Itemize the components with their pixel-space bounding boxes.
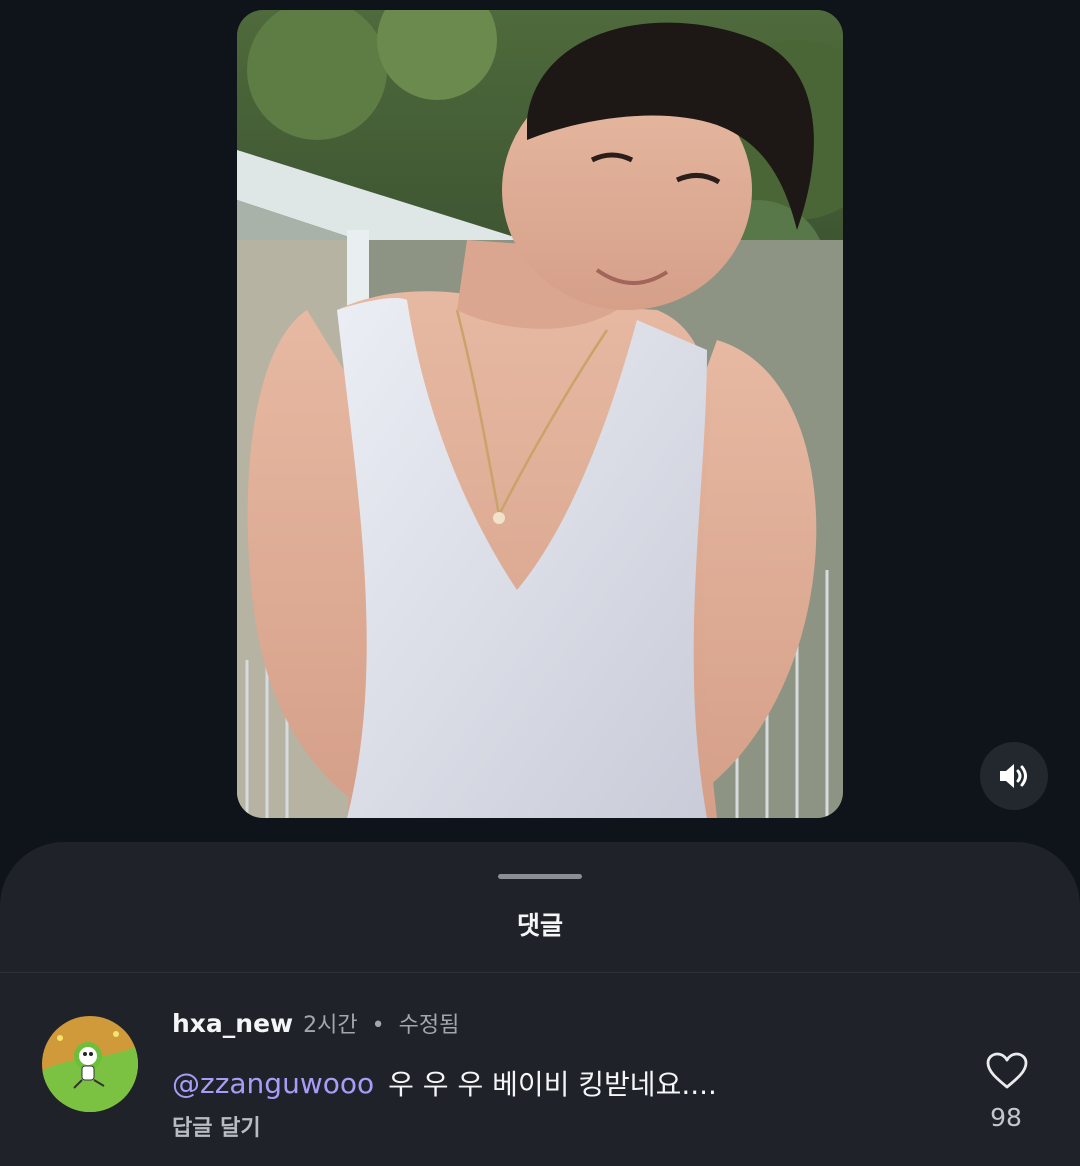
comment-username[interactable]: hxa_new (172, 1009, 293, 1038)
edited-label: 수정됨 (398, 1013, 460, 1038)
comment-meta: hxa_new 2시간 • 수정됨 (172, 1007, 459, 1039)
comments-sheet: 댓글 hxa_new 2시간 • 수정됨 @zzanguwooo 우 우 우 베… (0, 842, 1080, 1166)
comment-body: @zzanguwooo 우 우 우 베이비 킹받네요.... (172, 1063, 717, 1103)
sheet-drag-handle[interactable] (498, 874, 582, 879)
like-count: 98 (990, 1103, 1022, 1132)
sheet-title: 댓글 (516, 911, 563, 940)
user-avatar[interactable] (42, 1016, 138, 1112)
meta-separator: • (371, 1013, 385, 1038)
like-button[interactable] (983, 1047, 1031, 1095)
comment-text: 우 우 우 베이비 킹받네요.... (388, 1068, 717, 1101)
speaker-volume-icon (1000, 764, 1027, 788)
comment-item: hxa_new 2시간 • 수정됨 @zzanguwooo 우 우 우 베이비 … (0, 973, 1080, 1166)
screen: 댓글 hxa_new 2시간 • 수정됨 @zzanguwooo 우 우 우 베… (0, 0, 1080, 1166)
cartoon-avatar-icon (42, 1016, 138, 1112)
comment-timestamp: 2시간 (303, 1013, 358, 1038)
comment-mention[interactable]: @zzanguwooo (172, 1067, 374, 1100)
video-player[interactable] (237, 10, 843, 818)
video-frame (237, 10, 843, 818)
volume-toggle-button[interactable] (980, 742, 1048, 810)
heart-outline-icon (986, 1052, 1028, 1089)
reply-button[interactable]: 답글 달기 (172, 1110, 261, 1142)
